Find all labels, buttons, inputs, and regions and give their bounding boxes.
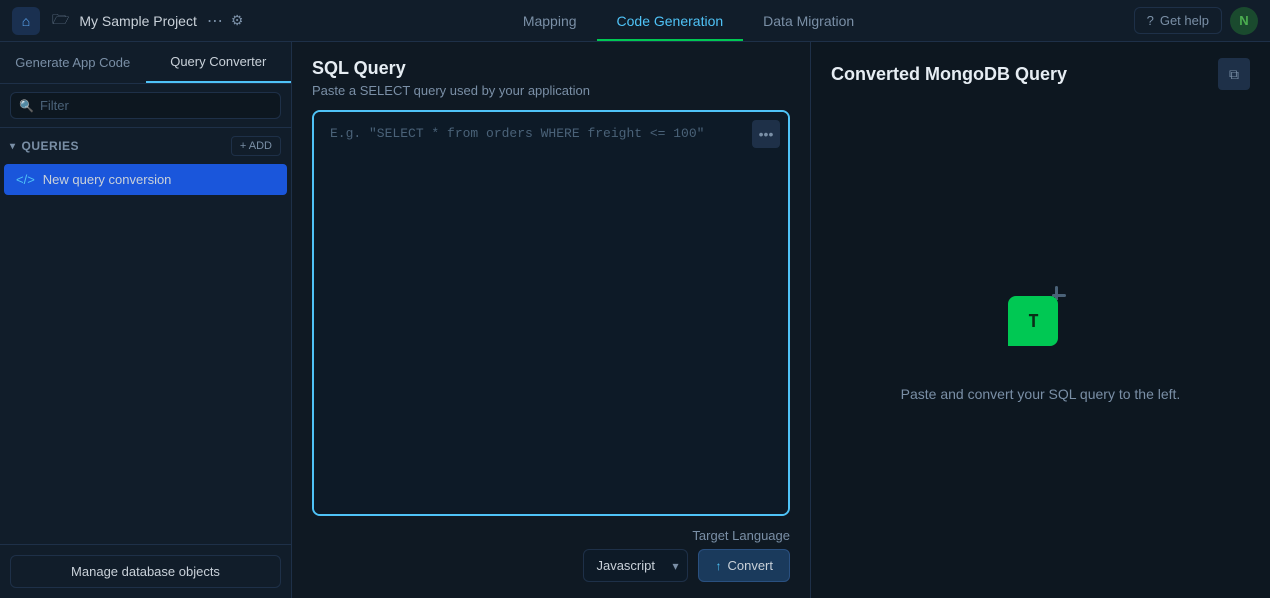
three-dots-icon: ••• bbox=[759, 126, 774, 142]
code-icon: </> bbox=[16, 172, 35, 187]
sidebar-search-area: 🔍 bbox=[0, 84, 291, 128]
copy-icon: ⧉ bbox=[1229, 66, 1239, 83]
sidebar-tab-generate-app-code[interactable]: Generate App Code bbox=[0, 42, 146, 83]
search-icon: 🔍 bbox=[19, 99, 34, 113]
sidebar-item-new-query[interactable]: </> New query conversion bbox=[4, 164, 287, 195]
language-select[interactable]: Javascript Python Java C# bbox=[583, 549, 688, 582]
sidebar-tab-query-converter[interactable]: Query Converter bbox=[146, 42, 292, 83]
project-name: My Sample Project bbox=[79, 13, 196, 29]
bottom-toolbar: Target Language Javascript Python Java C… bbox=[312, 528, 790, 582]
right-panel: Converted MongoDB Query ⧉ T Paste and co… bbox=[810, 42, 1270, 598]
nav-tabs: Mapping Code Generation Data Migration bbox=[503, 0, 874, 41]
manage-database-objects-button[interactable]: Manage database objects bbox=[10, 555, 281, 588]
panel-subtitle: Paste a SELECT query used by your applic… bbox=[312, 83, 790, 98]
help-label: Get help bbox=[1160, 13, 1209, 28]
sidebar-tabs: Generate App Code Query Converter bbox=[0, 42, 291, 84]
convert-label: Convert bbox=[727, 558, 773, 573]
nav-right: ? Get help N bbox=[1134, 7, 1258, 35]
mongo-leaf: T bbox=[1008, 296, 1058, 346]
convert-button[interactable]: ↑ Convert bbox=[698, 549, 790, 582]
settings-icon[interactable]: ⚙ bbox=[231, 12, 244, 29]
search-input[interactable] bbox=[40, 98, 272, 113]
center-panel: SQL Query Paste a SELECT query used by y… bbox=[292, 42, 810, 598]
sidebar: Generate App Code Query Converter 🔍 ▾ Qu… bbox=[0, 42, 292, 598]
sidebar-bottom: Manage database objects bbox=[0, 544, 291, 598]
language-select-wrapper: Javascript Python Java C# bbox=[583, 549, 688, 582]
textarea-options-button[interactable]: ••• bbox=[752, 120, 780, 148]
project-folder-icon: 🗁 bbox=[52, 9, 69, 33]
add-query-button[interactable]: + ADD bbox=[231, 136, 281, 156]
empty-state-text: Paste and convert your SQL query to the … bbox=[901, 386, 1181, 402]
sql-textarea-wrapper: ••• bbox=[312, 110, 790, 516]
sidebar-item-label: New query conversion bbox=[43, 172, 172, 187]
tab-mapping[interactable]: Mapping bbox=[503, 0, 597, 41]
search-wrapper: 🔍 bbox=[10, 92, 281, 119]
tab-code-generation[interactable]: Code Generation bbox=[597, 0, 744, 41]
more-options-icon[interactable]: ⋯ bbox=[207, 11, 223, 31]
panel-title: SQL Query bbox=[312, 58, 790, 79]
empty-state: T Paste and convert your SQL query to th… bbox=[901, 106, 1181, 582]
chevron-down-icon: ▾ bbox=[10, 141, 16, 152]
home-button[interactable]: ⌂ bbox=[12, 7, 40, 35]
top-nav: ⌂ 🗁 My Sample Project ⋯ ⚙ Mapping Code G… bbox=[0, 0, 1270, 42]
help-button[interactable]: ? Get help bbox=[1134, 7, 1222, 34]
tab-data-migration[interactable]: Data Migration bbox=[743, 0, 874, 41]
avatar[interactable]: N bbox=[1230, 7, 1258, 35]
queries-section-header[interactable]: ▾ Queries + ADD bbox=[0, 128, 291, 164]
right-panel-title: Converted MongoDB Query bbox=[831, 64, 1067, 85]
home-icon: ⌂ bbox=[22, 13, 30, 29]
help-icon: ? bbox=[1147, 13, 1154, 28]
sidebar-section-queries: ▾ Queries + ADD </> New query conversion bbox=[0, 128, 291, 544]
target-language-label: Target Language bbox=[692, 528, 790, 543]
copy-button[interactable]: ⧉ bbox=[1218, 58, 1250, 90]
convert-icon: ↑ bbox=[715, 559, 721, 573]
mongodb-icon: T bbox=[1000, 286, 1080, 366]
queries-section-label: Queries bbox=[22, 139, 80, 153]
main-content: Generate App Code Query Converter 🔍 ▾ Qu… bbox=[0, 42, 1270, 598]
right-panel-header: Converted MongoDB Query ⧉ bbox=[831, 58, 1250, 90]
sql-textarea[interactable] bbox=[314, 112, 788, 514]
